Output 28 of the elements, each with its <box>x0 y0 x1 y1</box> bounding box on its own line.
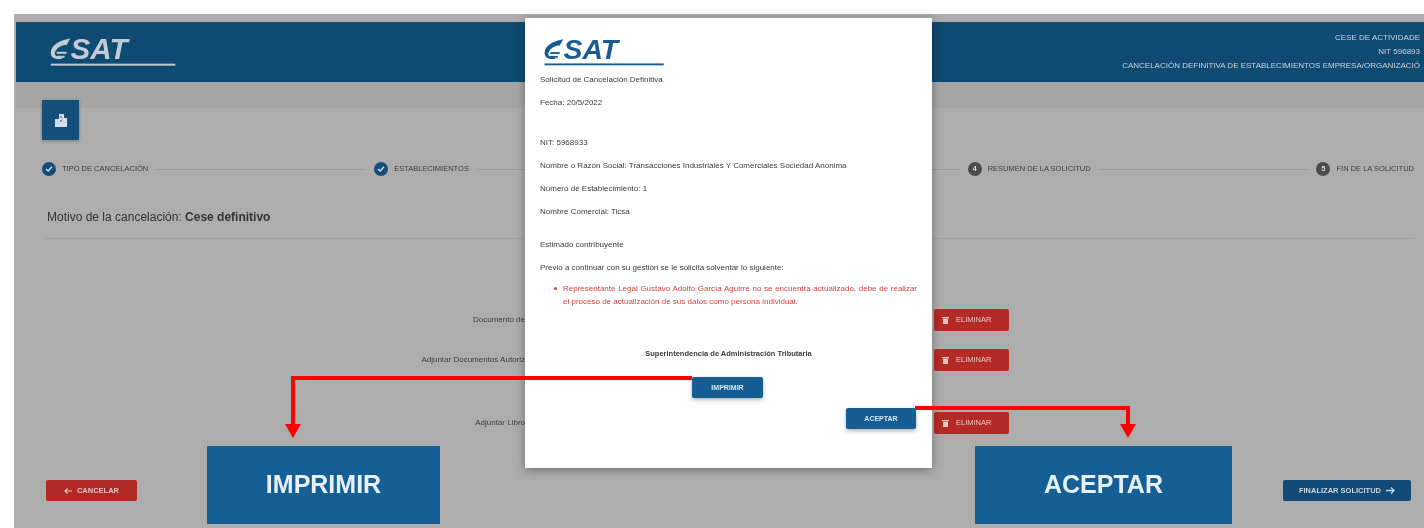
document-label: Documento de <box>471 314 525 326</box>
callout-label: IMPRIMIR <box>207 446 440 524</box>
dialog-field: Nombre o Razón Social: Transacciones Industriales Y Comerciales Sociedad Anonima <box>540 160 917 173</box>
arrow-right-icon <box>1386 487 1396 494</box>
document-label: Adjuntar Documentos Autoriz <box>420 354 525 366</box>
trash-icon <box>942 316 949 324</box>
document-label: Adjuntar Libro <box>474 417 525 429</box>
dialog-field: Nombre Comercial: Ticsa <box>540 206 917 219</box>
header-text: CESE DE ACTIVIDADE <box>1334 32 1420 44</box>
sat-logo: SAT <box>46 35 186 69</box>
arrow-left-icon <box>63 487 72 494</box>
dialog-intro: Previo a continuar con su gestión se le solicita solventar lo siguiente: <box>540 262 785 275</box>
dialog-date: Fecha: 20/5/2022 <box>540 97 604 110</box>
header-text: NIT 596893 <box>1377 46 1420 58</box>
dialog-field: NIT: 5968933 <box>540 137 917 150</box>
building-icon <box>53 113 68 127</box>
cancellation-reason: Motivo de la cancelación: Cese definitivo <box>47 209 271 226</box>
dialog-field: Número de Establecimiento: 1 <box>540 183 917 196</box>
trash-icon <box>942 419 949 427</box>
dialog-greeting: Estimado contribuyente <box>540 239 625 252</box>
dialog-title: Solicitud de Cancelación Definitiva <box>540 74 664 87</box>
header-text: CANCELACIÓN DEFINITIVA DE ESTABLECIMIENTOS EMPRESA/ORGANIZACIÓ <box>1122 60 1420 72</box>
sat-logo: SAT <box>540 36 674 69</box>
warning-text: Representante Legal Gustavo Adolfo García Aguirre no se encuentra actualizado, debe de realizar el proceso de actualización de sus datos como persona individual. <box>563 283 917 309</box>
trash-icon <box>942 356 949 364</box>
bullet-icon <box>554 287 557 291</box>
callout-label: ACEPTAR <box>975 446 1232 524</box>
building-button[interactable] <box>42 100 79 140</box>
